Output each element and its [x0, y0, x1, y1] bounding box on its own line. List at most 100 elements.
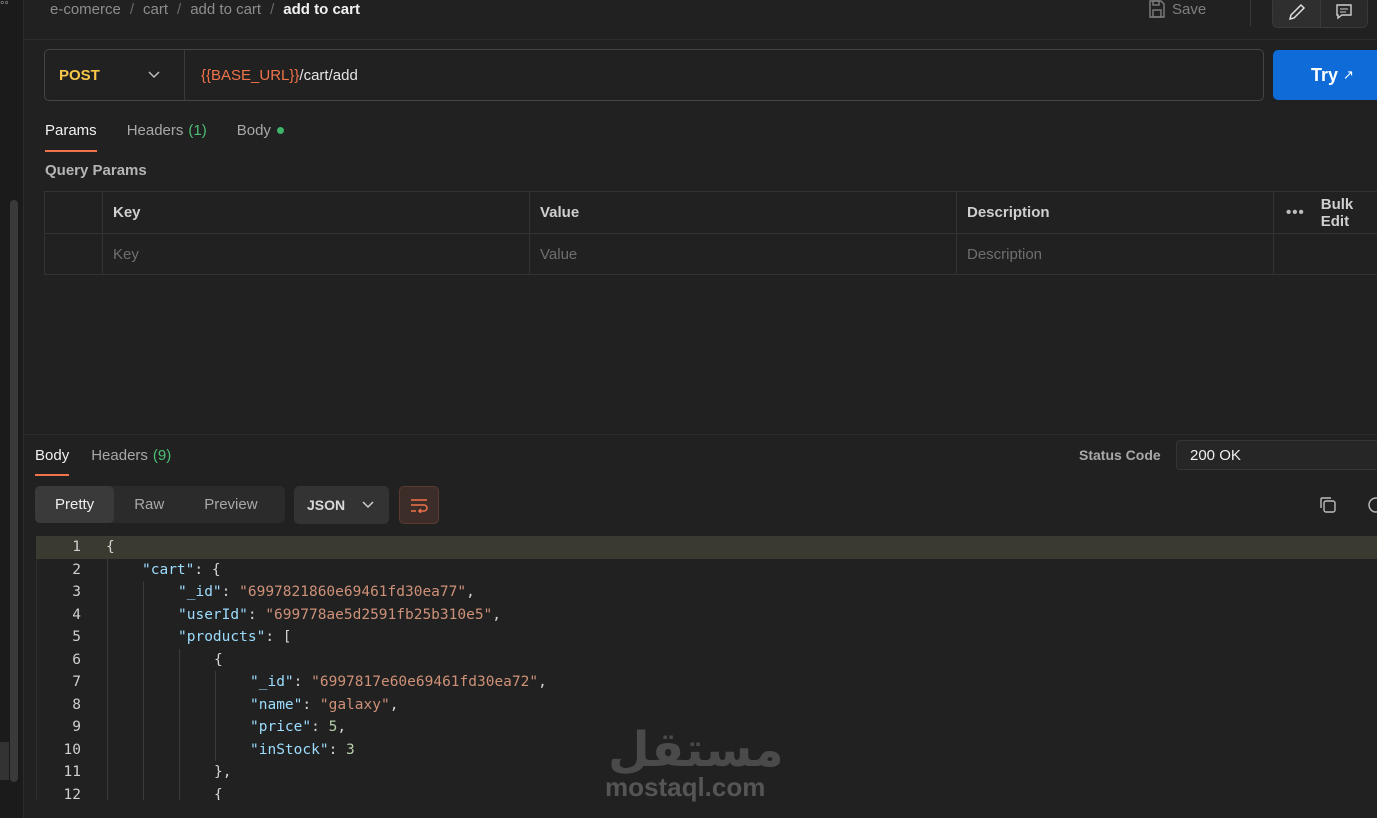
line-number: 1 [72, 539, 81, 556]
language-select[interactable]: JSON [294, 486, 389, 524]
line-number: 2 [72, 561, 81, 578]
code-text: "userId": "699778ae5d2591fb25b310e5", [178, 606, 502, 623]
code-text: "price": 5, [250, 719, 347, 736]
breadcrumb-item-subfolder[interactable]: add to cart [190, 1, 261, 18]
code-text: "_id": "6997821860e69461fd30ea77", [178, 584, 475, 601]
tab-label: Headers [91, 447, 148, 464]
value-input[interactable]: Value [530, 234, 957, 274]
watermark-latin: mostaql.com [605, 772, 766, 802]
edit-button[interactable] [1273, 0, 1320, 27]
breadcrumb: e-comerce / cart / add to cart / add to … [50, 0, 360, 18]
code-line: 4 "userId": "699778ae5d2591fb25b310e5", [36, 604, 1377, 627]
sidebar-scrollbar[interactable] [10, 200, 18, 782]
query-params-table: Key Value Description ••• Bulk Edit Key … [44, 191, 1377, 275]
tab-params[interactable]: Params [45, 118, 97, 152]
description-input[interactable]: Description [957, 234, 1274, 274]
code-line: 3 "_id": "6997821860e69461fd30ea77", [36, 581, 1377, 604]
request-header-bar: e-comerce / cart / add to cart / add to … [24, 0, 1377, 40]
more-options-icon[interactable]: ••• [1286, 204, 1305, 221]
tab-label: Body [236, 122, 271, 139]
arrow-up-right-icon: ↗ [1343, 67, 1354, 82]
save-label: Save [1172, 0, 1207, 18]
code-text: "name": "galaxy", [250, 696, 399, 713]
word-wrap-button[interactable] [399, 486, 439, 524]
url-path: /cart/add [299, 66, 358, 84]
breadcrumb-item-folder[interactable]: cart [143, 1, 168, 18]
row-checkbox[interactable] [45, 234, 103, 274]
code-line: 6{ [36, 649, 1377, 672]
breadcrumb-item-collection[interactable]: e-comerce [50, 1, 121, 18]
method-select[interactable]: POST [45, 50, 185, 100]
watermark-logo: مستقل mostaql.com [598, 722, 786, 804]
key-input[interactable]: Key [103, 234, 530, 274]
table-actions: ••• Bulk Edit [1274, 192, 1377, 233]
line-number: 10 [63, 741, 81, 758]
breadcrumb-separator: / [270, 0, 275, 18]
request-name[interactable]: add to cart [283, 1, 360, 18]
line-number: 12 [63, 786, 81, 800]
code-line: 1{ [36, 536, 1377, 559]
code-text: "_id": "6997817e60e69461fd30ea72", [250, 674, 547, 691]
modified-dot-icon [276, 127, 284, 134]
resize-handle[interactable] [0, 742, 9, 780]
bulk-edit-button[interactable]: Bulk Edit [1321, 196, 1377, 230]
format-preview-button[interactable]: Preview [184, 486, 277, 523]
code-text: "cart": { [142, 561, 221, 578]
code-text: }, [214, 764, 232, 781]
more-icon[interactable]: °° [0, 0, 9, 12]
tab-response-headers[interactable]: Headers (9) [91, 444, 171, 476]
indent-guide [143, 581, 144, 800]
copy-icon [1320, 497, 1336, 513]
status-code-label: Status Code [1079, 447, 1161, 463]
pencil-icon [1288, 3, 1305, 21]
search-button[interactable] [1366, 495, 1377, 518]
format-raw-button[interactable]: Raw [114, 486, 184, 523]
column-header-value: Value [530, 192, 957, 233]
format-pretty-button[interactable]: Pretty [35, 486, 115, 523]
save-button[interactable]: Save [1148, 0, 1206, 18]
indent-guide [107, 558, 108, 800]
breadcrumb-separator: / [129, 0, 135, 18]
comments-button[interactable] [1320, 0, 1367, 27]
code-text: { [106, 539, 115, 556]
line-number: 4 [72, 606, 81, 623]
view-toggle-group [1272, 0, 1368, 28]
tab-count: (9) [152, 447, 172, 464]
chevron-down-icon [148, 71, 160, 79]
line-number: 11 [63, 764, 81, 781]
watermark-arabic: مستقل [608, 722, 786, 778]
line-number: 7 [72, 674, 81, 691]
table-header-row: Key Value Description ••• Bulk Edit [45, 192, 1377, 233]
format-toggle-group: Pretty Raw Preview [35, 486, 285, 523]
try-label: Try [1311, 64, 1339, 85]
column-header-key: Key [103, 192, 530, 233]
try-button[interactable]: Try ↗ [1273, 50, 1377, 100]
method-label: POST [59, 66, 100, 84]
copy-button[interactable] [1318, 495, 1338, 518]
tab-response-body[interactable]: Body [35, 444, 70, 476]
tab-headers[interactable]: Headers (1) [127, 118, 207, 152]
response-tabs: Body Headers (9) [35, 444, 171, 476]
code-line: 8 "name": "galaxy", [36, 694, 1377, 717]
table-row: Key Value Description [45, 233, 1377, 274]
wrap-lines-icon [411, 499, 428, 513]
column-header-description: Description [957, 192, 1274, 233]
response-divider[interactable] [24, 434, 1377, 435]
tab-body[interactable]: Body [237, 118, 284, 152]
line-number: 8 [72, 696, 81, 713]
code-line: 2 "cart": { [36, 559, 1377, 582]
tab-count: (1) [188, 122, 207, 139]
query-params-heading: Query Params [45, 162, 147, 179]
left-sidebar-strip: °° [0, 0, 24, 818]
checkbox-column [45, 192, 103, 233]
request-tabs: Params Headers (1) Body [45, 118, 284, 152]
language-label: JSON [307, 497, 346, 513]
status-code-value[interactable]: 200 OK [1176, 440, 1377, 470]
code-text: "inStock": 3 [250, 741, 355, 758]
url-input[interactable]: {{BASE_URL}}/cart/add [185, 67, 358, 84]
save-icon [1149, 0, 1165, 18]
tab-label: Headers [126, 122, 184, 139]
chevron-down-icon [362, 501, 374, 509]
indent-guide [215, 671, 216, 761]
tab-label: Params [45, 122, 97, 139]
